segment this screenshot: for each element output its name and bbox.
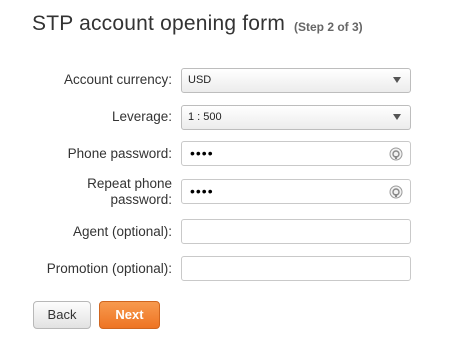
repeat-phone-password-value: •••• — [190, 183, 214, 199]
promotion-label: Promotion (optional): — [46, 261, 172, 276]
account-currency-label: Account currency: — [63, 72, 172, 87]
next-button[interactable]: Next — [99, 301, 160, 329]
agent-label: Agent (optional): — [72, 224, 172, 239]
repeat-phone-password-label-line2: password: — [110, 192, 172, 207]
repeat-phone-password-label: Repeat phone password: — [87, 176, 172, 208]
leverage-label: Leverage: — [111, 109, 172, 124]
phone-password-label: Phone password: — [67, 146, 172, 161]
repeat-phone-password-label-line1: Repeat phone — [87, 176, 172, 191]
agent-input[interactable] — [181, 219, 411, 244]
phone-password-field[interactable]: •••• — [181, 141, 411, 166]
leverage-value: 1 : 500 — [188, 111, 222, 123]
eye-icon[interactable] — [389, 147, 403, 161]
form-title: STP account opening form — [32, 12, 286, 35]
eye-icon[interactable] — [389, 185, 403, 199]
promotion-input[interactable] — [181, 256, 411, 281]
phone-password-value: •••• — [190, 145, 214, 161]
repeat-phone-password-field[interactable]: •••• — [181, 179, 411, 204]
chevron-down-icon — [393, 77, 401, 83]
back-button[interactable]: Back — [33, 301, 91, 329]
chevron-down-icon — [393, 114, 401, 120]
step-indicator: (Step 2 of 3) — [294, 20, 363, 34]
account-currency-select[interactable]: USD — [181, 68, 411, 93]
leverage-select[interactable]: 1 : 500 — [181, 105, 411, 130]
account-currency-value: USD — [188, 74, 212, 86]
